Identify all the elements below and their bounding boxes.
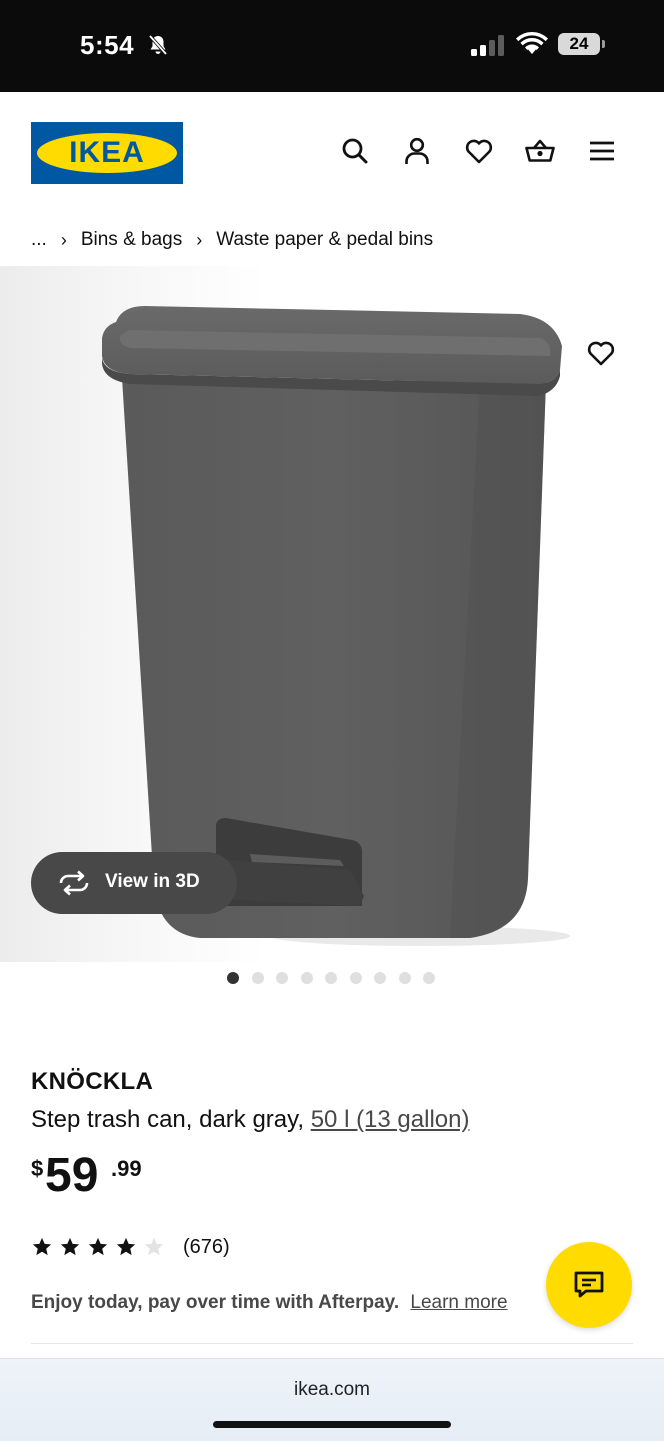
- account-icon[interactable]: [402, 136, 432, 166]
- product-name: KNÖCKLA: [31, 1068, 154, 1095]
- rotate-3d-icon: [59, 870, 89, 896]
- site-header: IKEA: [0, 92, 664, 214]
- logo-text: IKEA: [69, 136, 145, 169]
- view-in-3d-label: View in 3D: [105, 871, 200, 892]
- breadcrumb: ... › Bins & bags › Waste paper & pedal …: [31, 226, 433, 254]
- menu-icon[interactable]: [587, 136, 617, 166]
- wifi-icon: [516, 32, 548, 54]
- star-filled-icon: [88, 1237, 108, 1256]
- status-time: 5:54: [80, 30, 135, 60]
- chat-button[interactable]: [546, 1242, 632, 1328]
- status-bar: 5:54 24: [0, 0, 664, 92]
- star-filled-icon: [116, 1237, 136, 1256]
- carousel-dot[interactable]: [374, 972, 386, 984]
- battery-icon: 24: [558, 33, 600, 55]
- carousel-dot[interactable]: [251, 972, 264, 984]
- signal-icon: [471, 35, 504, 56]
- breadcrumb-bins-bags[interactable]: Bins & bags: [81, 229, 182, 251]
- browser-address-bar[interactable]: ikea.com: [0, 1358, 664, 1441]
- product-description: Step trash can, dark gray, 50 l (13 gall…: [31, 1106, 469, 1134]
- battery-cap: [602, 40, 605, 48]
- carousel-dot[interactable]: [423, 972, 435, 984]
- url-text[interactable]: ikea.com: [0, 1379, 664, 1401]
- afterpay-text: Enjoy today, pay over time with Afterpay…: [31, 1292, 400, 1313]
- price-currency: $: [31, 1156, 44, 1181]
- basket-icon[interactable]: [525, 136, 555, 166]
- view-in-3d-button[interactable]: View in 3D: [31, 852, 237, 914]
- divider: [31, 1343, 633, 1344]
- product-rating[interactable]: (676): [31, 1234, 230, 1260]
- ikea-logo[interactable]: IKEA: [31, 122, 183, 184]
- image-carousel-dots: [227, 972, 448, 986]
- afterpay-notice: Enjoy today, pay over time with Afterpay…: [31, 1292, 508, 1314]
- carousel-dot[interactable]: [227, 972, 239, 984]
- carousel-dot[interactable]: [349, 972, 362, 984]
- heart-icon[interactable]: [464, 136, 494, 166]
- afterpay-learn-more-link[interactable]: Learn more: [410, 1292, 507, 1313]
- review-count: (676): [183, 1235, 230, 1258]
- carousel-dot[interactable]: [325, 972, 337, 984]
- chat-icon: [574, 1271, 604, 1298]
- price-integer: 59: [45, 1149, 99, 1202]
- star-filled-icon: [32, 1237, 52, 1256]
- price-decimal: .99: [111, 1156, 142, 1181]
- carousel-dot[interactable]: [276, 972, 288, 984]
- breadcrumb-waste-pedal-bins[interactable]: Waste paper & pedal bins: [216, 229, 433, 251]
- bell-slash-icon: [148, 34, 168, 56]
- chevron-right-icon: ›: [196, 229, 203, 250]
- product-type: Step trash can, dark gray,: [31, 1106, 305, 1133]
- chevron-right-icon: ›: [60, 229, 67, 250]
- search-icon[interactable]: [340, 136, 370, 166]
- star-empty-icon: [144, 1237, 164, 1256]
- breadcrumb-ellipsis[interactable]: ...: [31, 229, 47, 251]
- product-measure-link[interactable]: 50 l (13 gallon): [311, 1106, 470, 1133]
- home-indicator: [213, 1421, 451, 1428]
- carousel-dot[interactable]: [300, 972, 313, 984]
- add-to-wishlist-heart-icon[interactable]: [586, 338, 616, 368]
- carousel-dot[interactable]: [398, 972, 411, 984]
- star-filled-icon: [60, 1237, 80, 1256]
